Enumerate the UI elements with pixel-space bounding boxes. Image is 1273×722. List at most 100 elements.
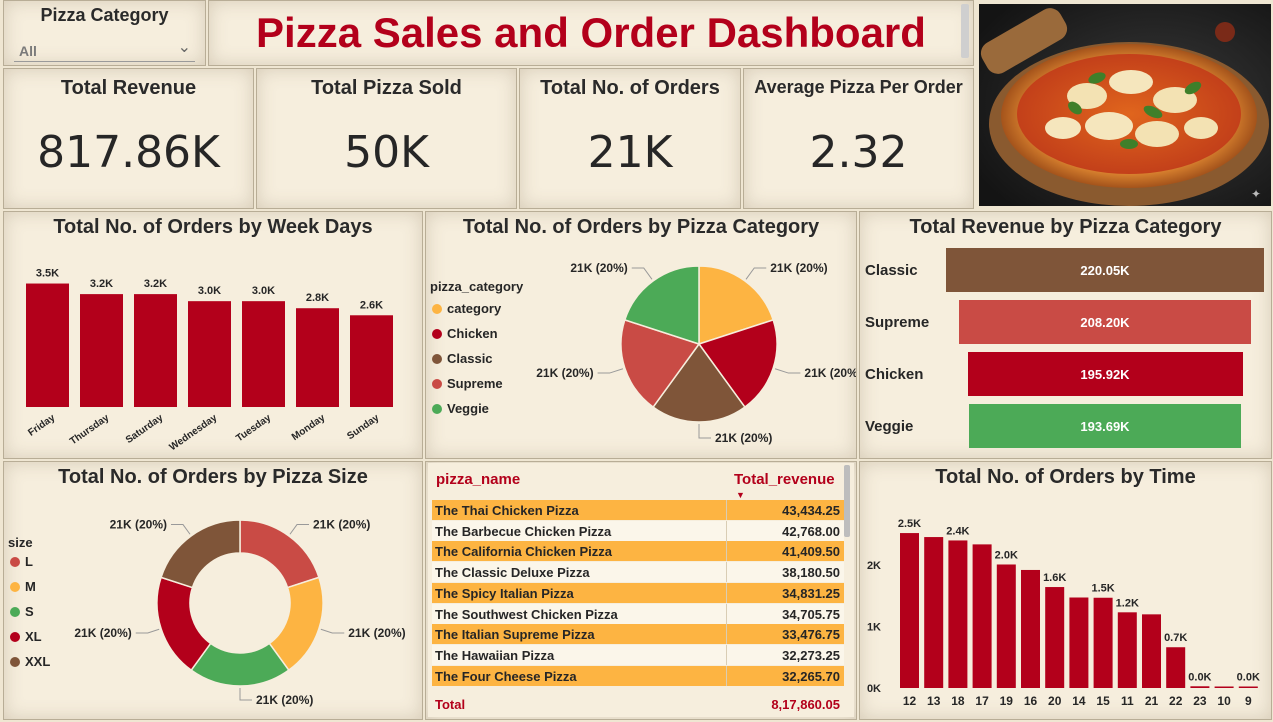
x-tick-label: 13 xyxy=(927,694,941,708)
table-row[interactable]: The California Chicken Pizza 41,409.50 xyxy=(432,541,844,562)
table-row[interactable]: The Spicy Italian Pizza 34,831.25 xyxy=(432,582,844,603)
x-tick-label: 16 xyxy=(1024,694,1038,708)
size-donut-chart: 21K (20%) 21K (20%) 21K (20%) 21K (20%) 21K … xyxy=(74,518,405,707)
column-divider xyxy=(726,520,727,541)
table-row[interactable]: The Classic Deluxe Pizza 38,180.50 xyxy=(432,562,844,583)
cell-total-revenue: 38,180.50 xyxy=(782,565,840,581)
bar-data-label: 1.2K xyxy=(1116,597,1139,609)
header-scrollbar[interactable] xyxy=(961,4,969,58)
pizza-category-slicer[interactable]: Pizza Category All ⌄ xyxy=(3,0,206,66)
table-row[interactable]: The Hawaiian Pizza 32,273.25 xyxy=(432,644,844,665)
bar-hour-21[interactable] xyxy=(1142,614,1161,688)
x-tick-label: Wednesday xyxy=(168,412,220,453)
funnel-bar-chicken[interactable]: 195.92K xyxy=(967,352,1243,396)
total-value: 8,17,860.05 xyxy=(771,697,840,712)
column-divider xyxy=(726,624,727,645)
kpi-card-total-orders: Total No. of Orders 21K xyxy=(519,68,741,209)
cell-total-revenue: 32,265.70 xyxy=(782,668,840,684)
x-tick-label: 23 xyxy=(1193,694,1207,708)
kpi-value: 21K xyxy=(587,127,673,178)
funnel-category-label: Classic xyxy=(865,262,918,279)
donut-slice-xxl[interactable] xyxy=(160,519,241,589)
bar-sunday[interactable] xyxy=(350,315,393,407)
slicer-label: Pizza Category xyxy=(40,5,169,25)
pizza-revenue-table[interactable]: pizza_name Total_revenue ▼ The Thai Chic… xyxy=(428,463,854,717)
bar-hour-12[interactable] xyxy=(900,533,919,688)
bar-hour-16[interactable] xyxy=(1021,569,1040,688)
pizza-image: ✦ xyxy=(979,4,1271,206)
leader-line xyxy=(239,688,252,701)
kpi-card-total-revenue: Total Revenue 817.86K xyxy=(3,68,254,209)
slicer-value: All xyxy=(19,43,37,59)
bar-hour-11[interactable] xyxy=(1117,612,1137,688)
column-divider xyxy=(726,541,727,562)
cell-pizza-name: The Italian Supreme Pizza xyxy=(435,627,595,643)
bar-tuesday[interactable] xyxy=(242,301,285,407)
column-divider xyxy=(726,500,727,520)
bar-hour-13[interactable] xyxy=(924,537,944,688)
bar-saturday[interactable] xyxy=(134,294,177,407)
table-scrollbar[interactable] xyxy=(844,465,850,537)
donut-data-label: 21K (20%) xyxy=(256,693,313,707)
table-row[interactable]: The Southwest Chicken Pizza 34,705.75 xyxy=(432,603,844,624)
bar-hour-17[interactable] xyxy=(972,544,992,688)
bar-wednesday[interactable] xyxy=(188,301,231,407)
kpi-value: 50K xyxy=(344,127,429,178)
cell-pizza-name: The Barbecue Chicken Pizza xyxy=(435,523,612,539)
bar-hour-10[interactable] xyxy=(1214,686,1234,689)
kpi-value: 2.32 xyxy=(809,127,908,178)
column-header-pizza-name[interactable]: pizza_name xyxy=(436,471,520,488)
leader-line xyxy=(320,628,345,634)
funnel-category-label: Veggie xyxy=(865,418,914,435)
kpi-title: Total Pizza Sold xyxy=(311,77,462,99)
chart-revenue-by-category: Total Revenue by Pizza Category Classic 2… xyxy=(859,211,1272,459)
x-tick-label: Thursday xyxy=(68,412,112,447)
bar-data-label: 3.5K xyxy=(36,268,59,280)
bar-hour-15[interactable] xyxy=(1093,597,1113,688)
cell-total-revenue: 32,273.25 xyxy=(782,647,840,663)
x-tick-label: Friday xyxy=(26,412,57,438)
column-header-total-revenue[interactable]: Total_revenue xyxy=(734,471,835,488)
table-row[interactable]: The Four Cheese Pizza 32,265.70 xyxy=(432,665,844,686)
bar-thursday[interactable] xyxy=(80,294,123,407)
donut-slice-l[interactable] xyxy=(239,519,320,589)
cell-pizza-name: The Thai Chicken Pizza xyxy=(435,503,579,518)
table-row[interactable]: The Barbecue Chicken Pizza 42,768.00 xyxy=(432,520,844,541)
funnel-bar-supreme[interactable]: 208.20K xyxy=(959,300,1251,344)
bar-monday[interactable] xyxy=(296,308,339,407)
leader-line xyxy=(289,524,310,535)
x-tick-label: 21 xyxy=(1145,694,1159,708)
bar-hour-9[interactable] xyxy=(1238,686,1258,689)
chart-orders-by-weekday: Total No. of Orders by Week Days 3.5K Fri… xyxy=(3,211,423,459)
table-row[interactable]: The Thai Chicken Pizza 43,434.25 xyxy=(432,500,844,520)
cell-pizza-name: The California Chicken Pizza xyxy=(435,544,612,560)
bar-hour-14[interactable] xyxy=(1069,597,1089,688)
total-label: Total xyxy=(435,697,466,712)
leader-line xyxy=(135,628,160,634)
slicer-dropdown[interactable]: All ⌄ xyxy=(14,37,195,62)
bar-hour-19[interactable] xyxy=(996,564,1016,688)
bar-data-label: 1.5K xyxy=(1091,583,1114,595)
svg-text:✦: ✦ xyxy=(1251,187,1261,201)
bar-hour-18[interactable] xyxy=(948,540,968,688)
cell-total-revenue: 33,476.75 xyxy=(782,627,840,643)
pie-data-label: 21K (20%) xyxy=(770,261,827,275)
bar-hour-22[interactable] xyxy=(1166,647,1186,688)
kpi-card-total-pizza-sold: Total Pizza Sold 50K xyxy=(256,68,517,209)
funnel-bar-classic[interactable]: 220.05K xyxy=(946,248,1264,292)
funnel-bar-veggie[interactable]: 193.69K xyxy=(969,404,1241,448)
donut-data-label: 21K (20%) xyxy=(110,518,167,532)
bar-hour-20[interactable] xyxy=(1045,587,1065,688)
leader-line xyxy=(170,524,191,535)
x-tick-label: 22 xyxy=(1169,694,1183,708)
bar-friday[interactable] xyxy=(26,283,69,407)
table-row[interactable]: The Italian Supreme Pizza 33,476.75 xyxy=(432,624,844,645)
sort-descending-icon[interactable]: ▼ xyxy=(736,490,745,500)
y-tick-label: 2K xyxy=(867,560,881,572)
x-tick-label: 14 xyxy=(1072,694,1086,708)
page-title: Pizza Sales and Order Dashboard xyxy=(256,9,926,56)
bar-hour-23[interactable] xyxy=(1190,686,1210,688)
x-tick-label: 18 xyxy=(951,694,965,708)
cell-pizza-name: The Hawaiian Pizza xyxy=(435,647,555,663)
chevron-down-icon[interactable]: ⌄ xyxy=(178,37,191,57)
